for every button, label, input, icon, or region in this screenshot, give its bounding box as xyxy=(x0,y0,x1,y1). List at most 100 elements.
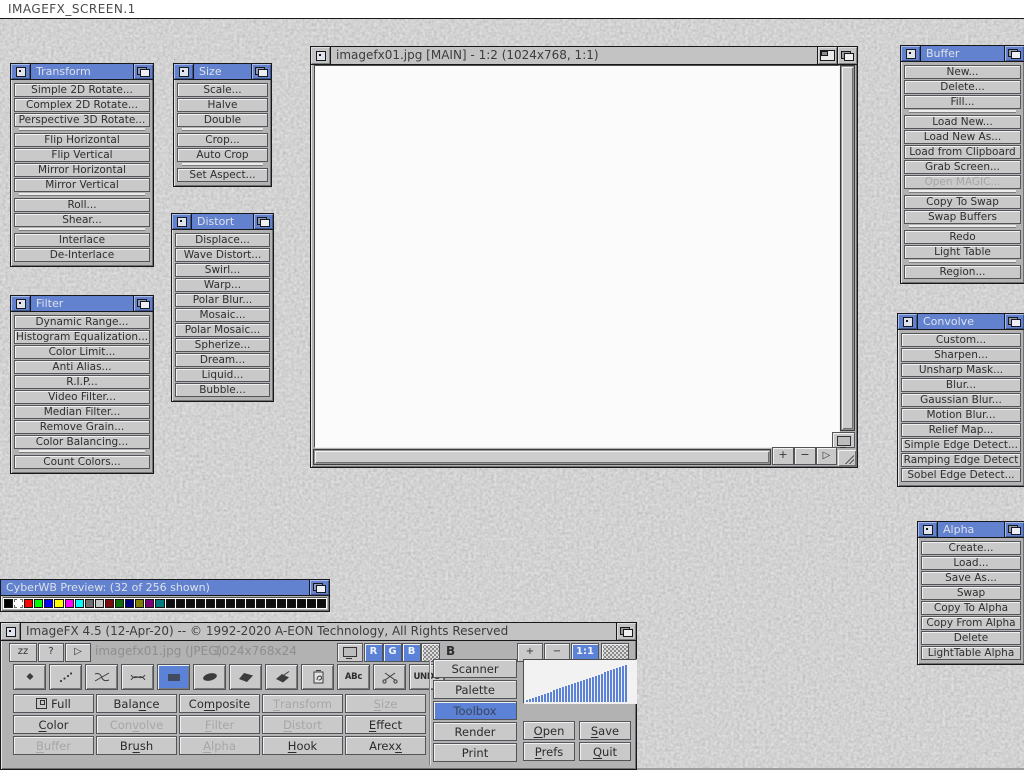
effect-button[interactable]: Effect xyxy=(345,715,426,734)
convolve-button[interactable]: Convolve xyxy=(96,715,177,734)
remove-grain-button[interactable]: Remove Grain... xyxy=(14,420,150,434)
relief-map-button[interactable]: Relief Map... xyxy=(901,423,1021,437)
lighttable-alpha-button[interactable]: LightTable Alpha xyxy=(921,646,1021,660)
create-button[interactable]: Create... xyxy=(921,541,1021,555)
close-icon[interactable] xyxy=(11,296,31,311)
box-tool[interactable] xyxy=(157,664,190,690)
close-icon[interactable] xyxy=(11,64,31,79)
copy-to-swap-button[interactable]: Copy To Swap xyxy=(904,195,1021,209)
point-tool[interactable] xyxy=(13,664,46,690)
scissors-tool[interactable] xyxy=(373,664,406,690)
halve-button[interactable]: Halve xyxy=(177,98,268,112)
close-icon[interactable] xyxy=(898,314,918,329)
grab-screen-button[interactable]: Grab Screen... xyxy=(904,160,1021,174)
zoom-gadget-icon[interactable] xyxy=(817,47,837,64)
color-swatch[interactable] xyxy=(186,599,195,608)
load-new-as-button[interactable]: Load New As... xyxy=(904,130,1021,144)
sobel-edge-detect-button[interactable]: Sobel Edge Detect... xyxy=(901,468,1021,482)
color-swatch[interactable] xyxy=(14,599,23,608)
green-channel-toggle[interactable]: G xyxy=(383,643,402,662)
flip-vertical-button[interactable]: Flip Vertical xyxy=(14,148,150,162)
hscroll-thumb[interactable] xyxy=(315,451,769,463)
full-button[interactable]: Full xyxy=(13,694,94,713)
filter-button[interactable]: Filter xyxy=(179,715,260,734)
zoom-out-button[interactable]: − xyxy=(794,447,816,465)
help-button[interactable]: ? xyxy=(38,643,64,662)
open-magic-button[interactable]: Open MAGIC... xyxy=(904,175,1021,189)
close-icon[interactable] xyxy=(918,522,938,537)
copy-from-alpha-button[interactable]: Copy From Alpha xyxy=(921,616,1021,630)
liquid-button[interactable]: Liquid... xyxy=(175,368,270,382)
auto-crop-button[interactable]: Auto Crop xyxy=(177,148,268,162)
brush-button[interactable]: Brush xyxy=(96,736,177,755)
color-swatch[interactable] xyxy=(135,599,144,608)
dream-button[interactable]: Dream... xyxy=(175,353,270,367)
transform-titlebar[interactable]: Transform xyxy=(11,64,153,80)
color-swatch[interactable] xyxy=(287,599,296,608)
perspective-3d-rotate-button[interactable]: Perspective 3D Rotate... xyxy=(14,113,150,127)
r-i-p-button[interactable]: R.I.P... xyxy=(14,375,150,389)
color-swatch[interactable] xyxy=(34,599,43,608)
close-icon[interactable] xyxy=(1,623,21,640)
color-swatch[interactable] xyxy=(317,599,326,608)
color-swatch[interactable] xyxy=(4,599,13,608)
depth-icon[interactable] xyxy=(133,64,153,79)
load-from-clipboard-button[interactable]: Load from Clipboard xyxy=(904,145,1021,159)
close-icon[interactable] xyxy=(172,214,192,229)
anti-alias-button[interactable]: Anti Alias... xyxy=(14,360,150,374)
scanner-button[interactable]: Scanner xyxy=(433,659,517,678)
close-icon[interactable] xyxy=(174,64,194,79)
color-swatch[interactable] xyxy=(65,599,74,608)
color-swatch[interactable] xyxy=(216,599,225,608)
median-filter-button[interactable]: Median Filter... xyxy=(14,405,150,419)
wave-distort-button[interactable]: Wave Distort... xyxy=(175,248,270,262)
color-swatch[interactable] xyxy=(155,599,164,608)
curve-tool[interactable] xyxy=(121,664,154,690)
screen-mode-icon[interactable] xyxy=(832,432,855,448)
new-button[interactable]: New... xyxy=(904,65,1021,79)
depth-icon[interactable] xyxy=(253,214,273,229)
de-interlace-button[interactable]: De-Interlace xyxy=(14,248,150,262)
blue-channel-toggle[interactable]: B xyxy=(402,643,421,662)
video-filter-button[interactable]: Video Filter... xyxy=(14,390,150,404)
hook-button[interactable]: Hook xyxy=(262,736,343,755)
alpha-button[interactable]: Alpha xyxy=(179,736,260,755)
color-swatch[interactable] xyxy=(75,599,84,608)
open-button[interactable]: Open xyxy=(523,721,575,740)
simple-edge-detect-button[interactable]: Simple Edge Detect... xyxy=(901,438,1021,452)
color-swatch[interactable] xyxy=(226,599,235,608)
color-swatch[interactable] xyxy=(166,599,175,608)
bubble-button[interactable]: Bubble... xyxy=(175,383,270,397)
sleep-button[interactable]: zz xyxy=(9,643,37,662)
shear-button[interactable]: Shear... xyxy=(14,213,150,227)
color-swatch[interactable] xyxy=(44,599,53,608)
color-swatch[interactable] xyxy=(297,599,306,608)
depth-icon[interactable] xyxy=(133,296,153,311)
depth-icon[interactable] xyxy=(1004,314,1024,329)
toolbox-titlebar[interactable]: ImageFX 4.5 (12-Apr-20) -- © 1992-2020 A… xyxy=(1,623,636,641)
depth-icon[interactable] xyxy=(616,623,636,640)
fill-tool[interactable] xyxy=(265,664,298,690)
depth-icon[interactable] xyxy=(309,580,329,595)
color-swatch[interactable] xyxy=(307,599,316,608)
prefs-button[interactable]: Prefs xyxy=(523,742,575,761)
roll-button[interactable]: Roll... xyxy=(14,198,150,212)
color-swatch[interactable] xyxy=(206,599,215,608)
save-button[interactable]: Save xyxy=(579,721,631,740)
convolve-titlebar[interactable]: Convolve xyxy=(898,314,1024,330)
depth-icon[interactable] xyxy=(1004,46,1024,61)
text-tool[interactable]: ABc xyxy=(337,664,370,690)
mirror-vertical-button[interactable]: Mirror Vertical xyxy=(14,178,150,192)
horizontal-scrollbar[interactable] xyxy=(313,449,771,465)
color-swatch[interactable] xyxy=(105,599,114,608)
main-titlebar[interactable]: imagefx01.jpg [MAIN] - 1:2 (1024x768, 1:… xyxy=(311,47,857,65)
palette-titlebar[interactable]: CyberWB Preview: (32 of 256 shown) xyxy=(1,580,329,596)
scale-button[interactable]: Scale... xyxy=(177,83,268,97)
buffer-titlebar[interactable]: Buffer xyxy=(901,46,1024,62)
flip-horizontal-button[interactable]: Flip Horizontal xyxy=(14,133,150,147)
color-swatch[interactable] xyxy=(145,599,154,608)
simple-2d-rotate-button[interactable]: Simple 2D Rotate... xyxy=(14,83,150,97)
color-swatch[interactable] xyxy=(115,599,124,608)
fill-button[interactable]: Fill... xyxy=(904,95,1021,109)
set-aspect-button[interactable]: Set Aspect... xyxy=(177,168,268,182)
